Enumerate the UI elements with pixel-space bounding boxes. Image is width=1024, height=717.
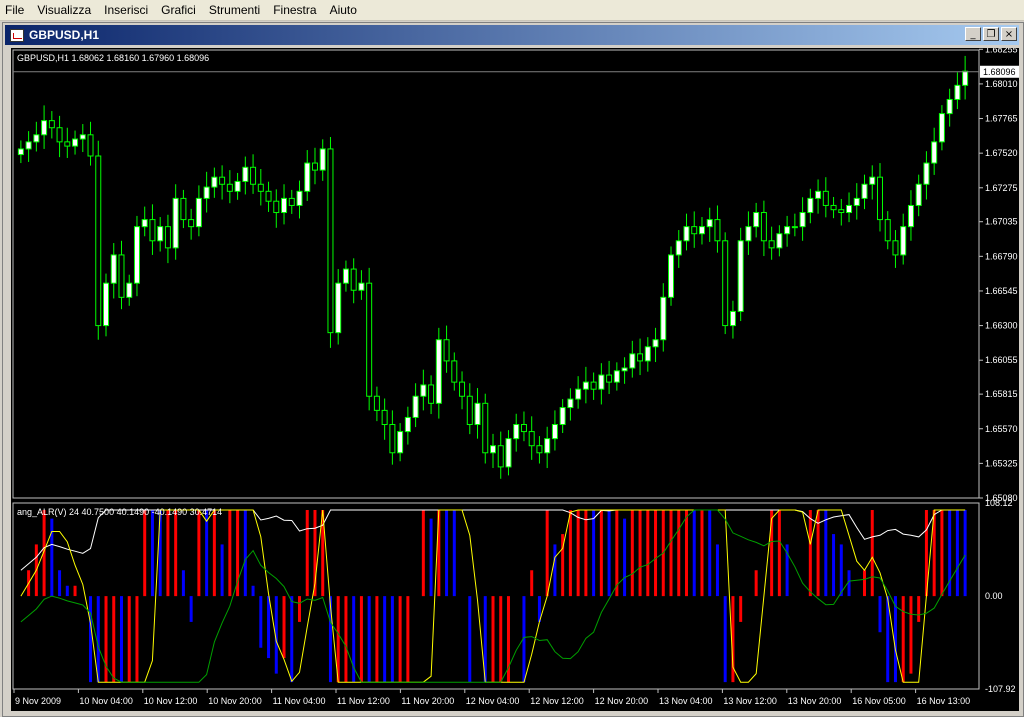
- time-tick-label: 12 Nov 04:00: [466, 696, 520, 706]
- time-tick-label: 16 Nov 05:00: [852, 696, 906, 706]
- candle: [737, 227, 744, 322]
- price-tick-label: 1.66055: [985, 355, 1018, 365]
- candle: [366, 267, 373, 411]
- price-tick-label: 1.65325: [985, 458, 1018, 468]
- menu-finestra[interactable]: Finestra: [267, 0, 323, 20]
- time-tick-label: 11 Nov 12:00: [337, 696, 390, 706]
- time-tick-label: 13 Nov 04:00: [659, 696, 713, 706]
- price-tick-label: 1.66545: [985, 286, 1018, 296]
- current-price-label: 1.68096: [983, 67, 1016, 77]
- price-tick-label: 1.67520: [985, 148, 1018, 158]
- time-tick-label: 10 Nov 04:00: [79, 696, 133, 706]
- time-tick-label: 11 Nov 04:00: [273, 696, 326, 706]
- time-tick-label: 12 Nov 12:00: [530, 696, 584, 706]
- time-tick-label: 13 Nov 12:00: [723, 696, 777, 706]
- candle: [722, 232, 729, 335]
- menu-file[interactable]: File: [0, 0, 31, 20]
- price-tick-label: 1.67035: [985, 217, 1018, 227]
- chart-window: GBPUSD,H1 _ ❐ × 1.68255 1.68010 1.67765 1.6…: [2, 22, 1024, 717]
- price-tick-label: 1.65815: [985, 389, 1018, 399]
- candle: [482, 393, 489, 464]
- menu-grafici[interactable]: Grafici: [155, 0, 203, 20]
- price-tick-label: 1.67765: [985, 114, 1018, 124]
- minimize-button[interactable]: _: [965, 27, 981, 41]
- time-tick-label: 10 Nov 20:00: [208, 696, 262, 706]
- menu-inserisci[interactable]: Inserisci: [98, 0, 155, 20]
- price-tick-label: 1.68010: [985, 79, 1018, 89]
- chart-titlebar[interactable]: GBPUSD,H1 _ ❐ ×: [5, 25, 1019, 45]
- time-tick-label: 16 Nov 13:00: [917, 696, 971, 706]
- candle: [95, 140, 102, 340]
- menu-visualizza[interactable]: Visualizza: [31, 0, 98, 20]
- indicator-tick-label: 108.12: [985, 498, 1013, 508]
- price-tick-label: 1.66300: [985, 321, 1018, 331]
- restore-button[interactable]: ❐: [983, 27, 999, 41]
- price-chart-svg[interactable]: 1.68255 1.68010 1.67765 1.67520 1.67275 1.670…: [11, 48, 1019, 711]
- price-tick-label: 1.66790: [985, 251, 1018, 261]
- price-tick-label: 1.67275: [985, 183, 1018, 193]
- menu-strumenti[interactable]: Strumenti: [203, 0, 267, 20]
- menu-bar: File Visualizza Inserisci Grafici Strumenti F…: [0, 0, 1024, 21]
- close-button[interactable]: ×: [1001, 27, 1017, 41]
- indicator-info: ang_ALR(V) 24 40.7500 40.1490 -40.1490 3…: [17, 507, 222, 517]
- time-tick-label: 9 Nov 2009: [15, 696, 61, 706]
- chart-window-icon: [10, 28, 24, 42]
- indicator-tick-label: -107.92: [985, 684, 1016, 694]
- menu-aiuto[interactable]: Aiuto: [324, 0, 364, 20]
- time-tick-label: 10 Nov 12:00: [144, 696, 198, 706]
- symbol-info: GBPUSD,H1 1.68062 1.68160 1.67960 1.6809…: [17, 53, 209, 63]
- candle: [668, 246, 675, 306]
- candle: [327, 137, 334, 348]
- price-tick-label: 1.65570: [985, 424, 1018, 434]
- time-tick-label: 11 Nov 20:00: [401, 696, 454, 706]
- chart-area[interactable]: 1.68255 1.68010 1.67765 1.67520 1.67275 1.670…: [11, 48, 1019, 711]
- price-tick-label: 1.68255: [985, 48, 1018, 54]
- time-tick-label: 12 Nov 20:00: [595, 696, 649, 706]
- time-tick-label: 13 Nov 20:00: [788, 696, 842, 706]
- chart-window-title: GBPUSD,H1: [29, 28, 100, 42]
- indicator-tick-label: 0.00: [985, 591, 1003, 601]
